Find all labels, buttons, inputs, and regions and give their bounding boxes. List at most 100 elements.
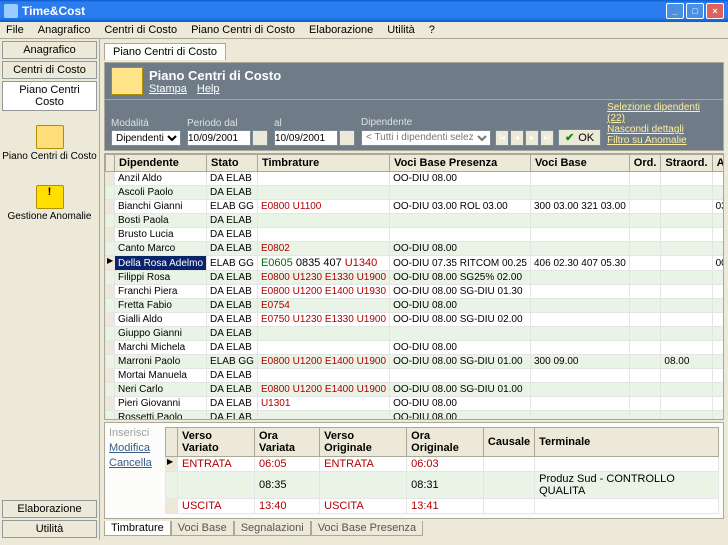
sidebar-shortcut[interactable]: Piano Centri di Costo (0, 113, 99, 173)
table-cell[interactable]: 08.00 (661, 355, 712, 369)
table-cell[interactable]: Mortai Manuela (115, 369, 207, 383)
menu-item[interactable]: ? (429, 24, 435, 36)
table-cell[interactable]: E0800 U1200 E1400 U1900 (257, 355, 389, 369)
table-cell[interactable] (712, 228, 724, 242)
table-cell[interactable]: DA ELAB (207, 214, 258, 228)
table-cell[interactable]: Filippi Rosa (115, 271, 207, 285)
edit-grid[interactable]: Verso VariatoOra VariataVerso OriginaleO… (165, 427, 719, 514)
table-cell[interactable] (257, 369, 389, 383)
calendar-icon[interactable] (252, 130, 268, 146)
table-cell[interactable] (712, 214, 724, 228)
dipendente-select[interactable]: < Tutti i dipendenti selezionati > (361, 130, 491, 146)
tab[interactable]: Voci Base Presenza (311, 521, 423, 536)
menu-item[interactable]: Centri di Costo (104, 24, 177, 36)
header-link[interactable]: Stampa (149, 83, 187, 95)
table-cell[interactable] (629, 383, 661, 397)
table-cell[interactable]: Pieri Giovanni (115, 397, 207, 411)
table-cell[interactable]: USCITA (320, 499, 407, 514)
column-header[interactable]: Voci Base Presenza (390, 155, 531, 172)
table-cell[interactable] (661, 383, 712, 397)
table-cell[interactable]: OO-DIU 03.00 ROL 03.00 (390, 200, 531, 214)
maximize-button[interactable]: □ (686, 3, 704, 19)
table-cell[interactable]: DA ELAB (207, 285, 258, 299)
main-grid[interactable]: DipendenteStatoTimbratureVoci Base Prese… (105, 154, 724, 420)
table-cell[interactable]: 06:03 (407, 457, 484, 472)
table-cell[interactable]: 08:31 (407, 472, 484, 499)
table-cell[interactable] (531, 341, 630, 355)
table-cell[interactable]: Marchi Michela (115, 341, 207, 355)
table-cell[interactable]: Neri Carlo (115, 383, 207, 397)
periodo-al-input[interactable] (274, 130, 338, 146)
table-cell[interactable] (390, 327, 531, 341)
tab[interactable]: Segnalazioni (234, 521, 311, 536)
table-cell[interactable] (712, 355, 724, 369)
table-cell[interactable] (629, 341, 661, 355)
table-cell[interactable]: USCITA (178, 499, 255, 514)
table-cell[interactable]: DA ELAB (207, 186, 258, 200)
table-cell[interactable] (320, 472, 407, 499)
table-row[interactable]: Marroni PaoloELAB GGE0800 U1200 E1400 U1… (106, 355, 725, 369)
table-cell[interactable] (712, 397, 724, 411)
sidebar-button[interactable]: Centri di Costo (2, 61, 97, 79)
table-row[interactable]: Franchi PieraDA ELABE0800 U1200 E1400 U1… (106, 285, 725, 299)
table-cell[interactable] (257, 327, 389, 341)
table-cell[interactable]: E0800 U1230 E1330 U1900 (257, 271, 389, 285)
table-cell[interactable]: OO-DIU 08.00 SG-DIU 02.00 (390, 313, 531, 327)
table-cell[interactable] (483, 472, 534, 499)
table-cell[interactable]: DA ELAB (207, 383, 258, 397)
table-row[interactable]: Rossetti PaoloDA ELABOO-DIU 08.00 (106, 411, 725, 421)
table-cell[interactable] (531, 299, 630, 313)
table-cell[interactable] (629, 200, 661, 214)
table-row[interactable]: Ascoli PaoloDA ELAB (106, 186, 725, 200)
table-row[interactable]: Fretta FabioDA ELABE0754OO-DIU 08.00 (106, 299, 725, 313)
table-cell[interactable] (712, 172, 724, 186)
table-cell[interactable] (661, 397, 712, 411)
sidebar-shortcut[interactable]: !Gestione Anomalie (0, 173, 99, 233)
ok-button[interactable]: ✔ OK (558, 129, 601, 146)
next-icon[interactable]: ▸ (525, 130, 539, 146)
tab[interactable]: Voci Base (171, 521, 234, 536)
table-cell[interactable] (712, 327, 724, 341)
table-cell[interactable] (390, 214, 531, 228)
menu-item[interactable]: File (6, 24, 24, 36)
table-cell[interactable]: DA ELAB (207, 242, 258, 256)
table-cell[interactable]: U1301 (257, 397, 389, 411)
table-cell[interactable]: Marroni Paolo (115, 355, 207, 369)
table-cell[interactable]: OO-DIU 08.00 (390, 411, 531, 421)
table-cell[interactable] (629, 256, 661, 271)
sidebar-button[interactable]: Anagrafico (2, 41, 97, 59)
edit-link[interactable]: Modifica (109, 442, 157, 454)
table-cell[interactable]: ELAB GG (207, 355, 258, 369)
table-row[interactable]: Brusto LuciaDA ELAB (106, 228, 725, 242)
table-cell[interactable] (390, 369, 531, 383)
table-cell[interactable]: OO-DIU 08.00 (390, 242, 531, 256)
table-cell[interactable] (661, 214, 712, 228)
column-header[interactable]: Ord. (629, 155, 661, 172)
table-cell[interactable]: DA ELAB (207, 327, 258, 341)
table-cell[interactable]: OO-DIU 08.00 SG-DIU 01.00 (390, 355, 531, 369)
table-cell[interactable] (531, 327, 630, 341)
table-cell[interactable] (531, 411, 630, 421)
table-cell[interactable]: 13:40 (254, 499, 319, 514)
table-cell[interactable] (483, 457, 534, 472)
header-link[interactable]: Help (197, 83, 220, 95)
column-header[interactable]: Ora Variata (254, 428, 319, 457)
modalita-select[interactable]: Dipendenti (111, 130, 181, 146)
minimize-button[interactable]: _ (666, 3, 684, 19)
table-row[interactable]: Gialli AldoDA ELABE0750 U1230 E1330 U190… (106, 313, 725, 327)
table-cell[interactable] (661, 313, 712, 327)
table-cell[interactable] (483, 499, 534, 514)
table-cell[interactable]: E0800 U1100 (257, 200, 389, 214)
table-cell[interactable]: OO-DIU 08.00 (390, 341, 531, 355)
table-cell[interactable] (661, 256, 712, 271)
table-cell[interactable]: ELAB GG (207, 256, 258, 271)
table-cell[interactable]: Bosti Paola (115, 214, 207, 228)
table-cell[interactable]: E0800 U1200 E1400 U1900 (257, 383, 389, 397)
table-cell[interactable]: Franchi Piera (115, 285, 207, 299)
column-header[interactable]: Terminale (535, 428, 719, 457)
table-cell[interactable] (712, 186, 724, 200)
table-cell[interactable] (531, 313, 630, 327)
table-cell[interactable]: DA ELAB (207, 397, 258, 411)
table-cell[interactable]: Anzil Aldo (115, 172, 207, 186)
filter-link[interactable]: Nascondi dettagli (607, 124, 717, 135)
